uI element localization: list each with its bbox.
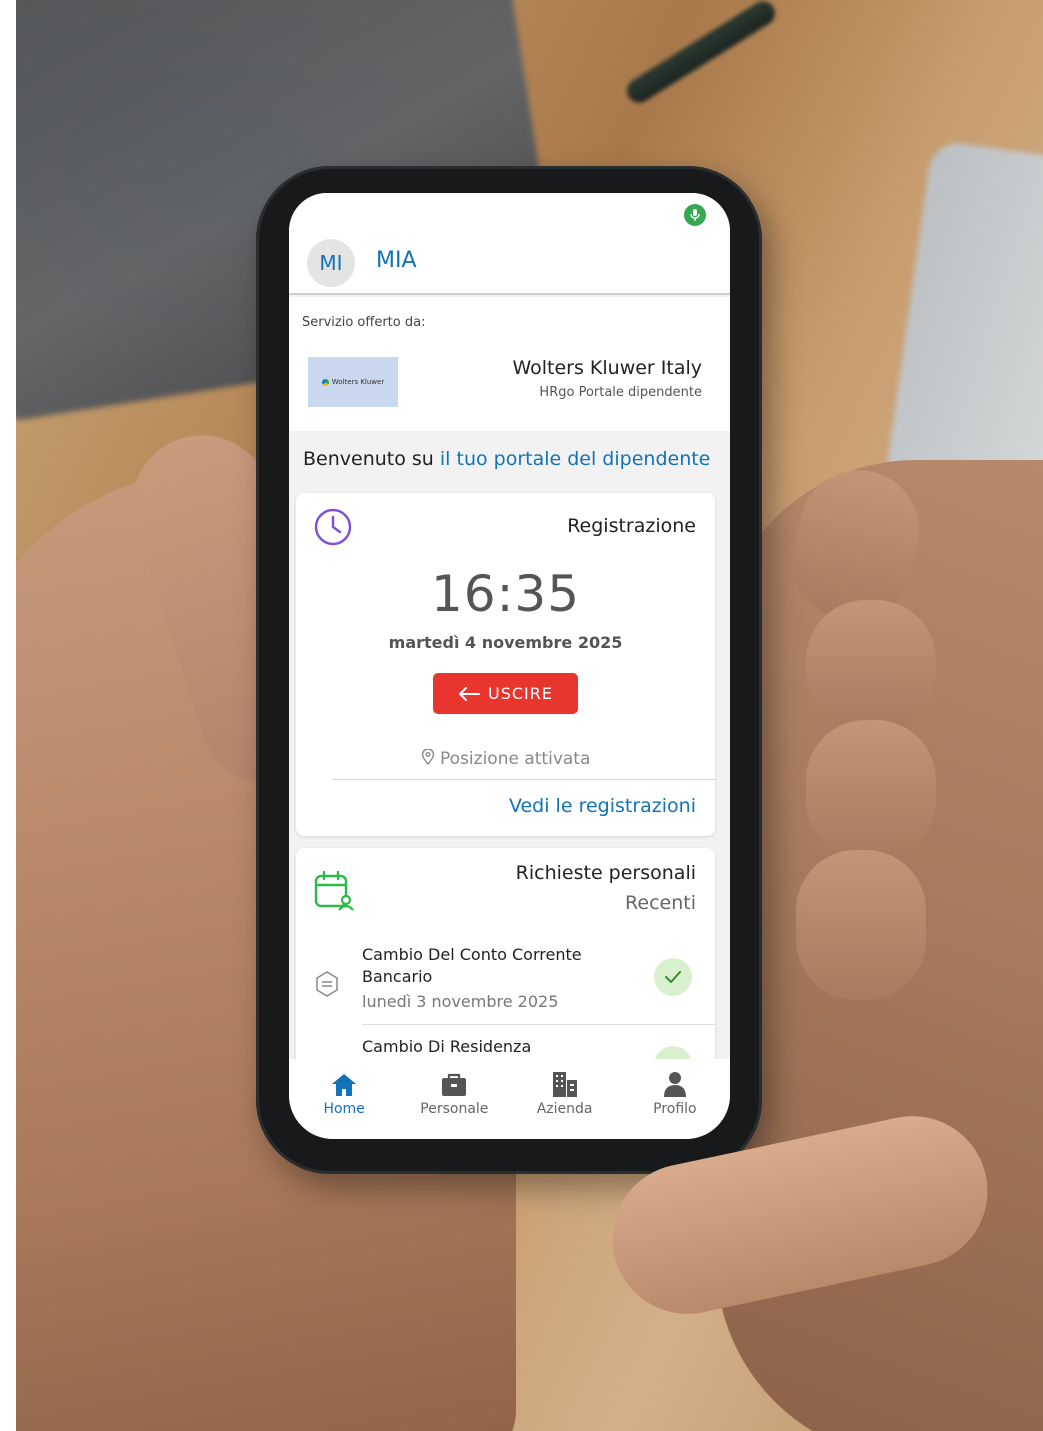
view-registrations-link[interactable]: Vedi le registrazioni — [509, 795, 696, 817]
arrow-left-icon — [459, 686, 480, 701]
microphone-icon — [684, 204, 706, 226]
welcome-highlight: il tuo portale del dipendente — [439, 448, 711, 470]
location-label: Posizione attivata — [440, 749, 591, 769]
request-name: Cambio Del Conto Corrente Bancario — [362, 945, 582, 986]
requests-subtitle: Recenti — [625, 892, 696, 914]
provider-name: Wolters Kluwer Italy — [512, 357, 702, 379]
home-icon — [332, 1074, 357, 1096]
provider-caption: Servizio offerto da: — [302, 315, 426, 330]
avatar[interactable]: MI — [307, 239, 355, 287]
divider — [362, 1024, 715, 1025]
requests-title: Richieste personali — [515, 862, 696, 884]
location-status: Posizione attivata — [296, 748, 715, 769]
finger-image — [806, 600, 936, 730]
nav-label: Home — [323, 1101, 365, 1117]
calendar-person-icon — [314, 870, 354, 911]
bottom-navigation: Home Personale Azienda Profilo — [289, 1059, 730, 1139]
clock-icon — [314, 508, 352, 546]
divider — [332, 779, 715, 780]
provider-logo-text: Wolters Kluwer — [331, 378, 385, 386]
exit-button-label: USCIRE — [488, 684, 553, 703]
pen-image — [622, 0, 780, 108]
nav-profilo[interactable]: Profilo — [620, 1069, 730, 1139]
registration-card: Registrazione 16:35 martedì 4 novembre 2… — [296, 493, 715, 836]
person-icon — [663, 1072, 686, 1097]
app-screen: MI MIA Servizio offerto da: Wolters Kluw… — [289, 193, 730, 1139]
request-date: lunedì 3 novembre 2025 — [362, 992, 559, 1011]
user-name: MIA — [376, 248, 417, 273]
nav-label: Personale — [420, 1101, 489, 1117]
briefcase-icon — [442, 1073, 467, 1096]
current-date: martedì 4 novembre 2025 — [388, 633, 623, 652]
finger-image — [796, 850, 926, 1000]
provider-subtitle: HRgo Portale dipendente — [539, 385, 702, 400]
nav-home[interactable]: Home — [289, 1069, 399, 1139]
nav-label: Profilo — [653, 1101, 697, 1117]
request-name: Cambio Di Residenza — [362, 1037, 532, 1056]
wolters-kluwer-logo-icon — [321, 378, 329, 386]
check-icon — [654, 958, 692, 996]
nav-azienda[interactable]: Azienda — [510, 1069, 620, 1139]
app-bar: MI MIA — [289, 193, 730, 295]
nav-personale[interactable]: Personale — [399, 1069, 509, 1139]
welcome-prefix: Benvenuto su — [303, 448, 440, 470]
provider-section: Servizio offerto da: Wolters Kluwer Wolt… — [289, 297, 730, 431]
nav-label: Azienda — [536, 1101, 593, 1117]
location-pin-icon — [421, 748, 434, 766]
welcome-text: Benvenuto su il tuo portale del dipenden… — [303, 448, 710, 470]
current-time: 16:35 — [430, 565, 581, 623]
registration-title: Registrazione — [567, 515, 696, 537]
provider-logo: Wolters Kluwer — [308, 357, 398, 407]
document-badge-icon — [316, 971, 338, 997]
finger-image — [806, 720, 936, 860]
building-icon — [552, 1072, 577, 1097]
exit-button[interactable]: USCIRE — [433, 673, 578, 714]
